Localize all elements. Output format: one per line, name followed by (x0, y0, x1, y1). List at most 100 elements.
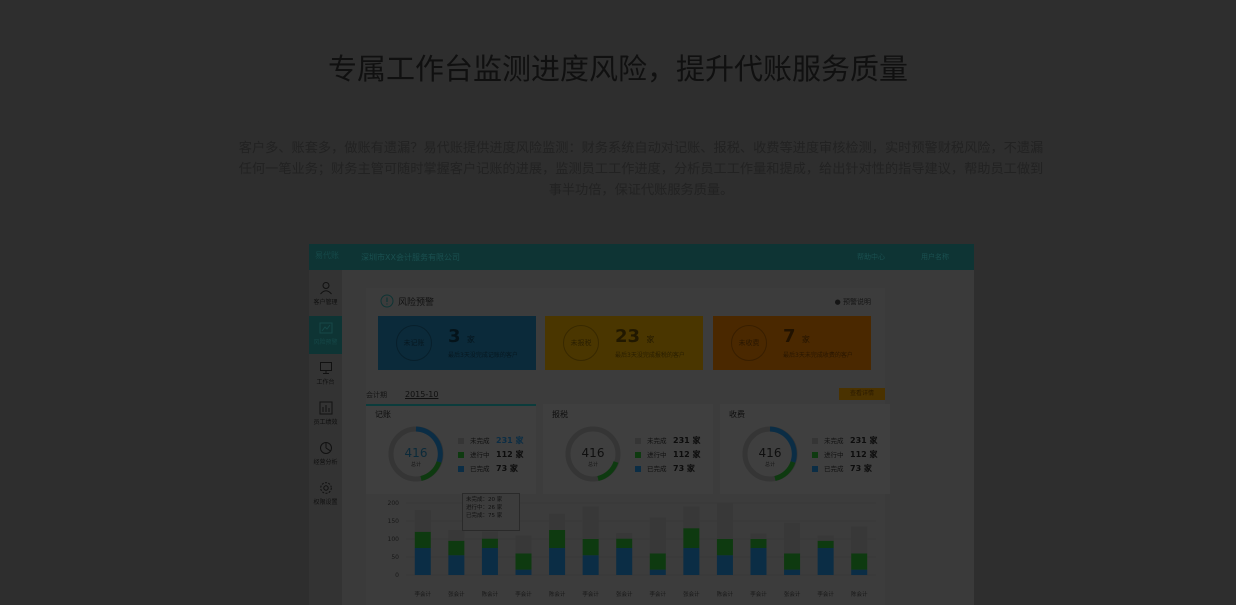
x-tick-label: 李会计 (750, 590, 767, 598)
y-tick-label: 200 (388, 500, 400, 507)
x-tick-label: 张会计 (448, 590, 465, 598)
sidebar: 客户管理 风险预警 工作台 员工绩效 经营分析 权限设置 (309, 270, 342, 605)
help-icon: ● (834, 298, 841, 306)
active-underline (366, 404, 536, 406)
user-icon (319, 282, 332, 295)
gear-icon (319, 482, 332, 494)
page-description: 客户多、账套多，做账有遗漏？易代账提供进度风险监测：财务系统自动对记账、报税、收… (238, 141, 1044, 198)
warning-icon (380, 294, 394, 308)
legend-swatch (635, 438, 641, 444)
legend-label: 进行中 (824, 451, 844, 459)
nav-label: 风险预警 (313, 339, 338, 346)
x-tick-label: 张会计 (683, 590, 700, 598)
legend-not-done: 未完成 231 家 (458, 435, 530, 445)
summary-tax: 报税 416 总计 未完成 231 家 进行中 112 家 已完成 73 家 (543, 404, 713, 494)
period-selector[interactable]: 2015-10 (405, 390, 438, 399)
bar-segment (817, 548, 834, 575)
bar-segment (515, 535, 532, 554)
nav-label: 工作台 (316, 379, 335, 386)
bar-segment (582, 539, 599, 556)
donut-total: 416 (405, 446, 428, 460)
legend-swatch (812, 438, 818, 444)
bar-segment (851, 526, 868, 554)
card-count: 7 家 (783, 326, 810, 347)
legend-swatch (812, 452, 818, 458)
legend-value: 73 家 (673, 464, 695, 473)
nav-risk[interactable]: 风险预警 (309, 316, 342, 354)
donut-chart: 416 总计 (388, 426, 444, 482)
legend-swatch (458, 438, 464, 444)
nav-label: 权限设置 (313, 499, 338, 506)
bar-segment (683, 506, 700, 529)
card-unit: 家 (646, 335, 655, 344)
nav-customers[interactable]: 客户管理 (309, 276, 342, 314)
nav-label: 员工绩效 (313, 419, 338, 426)
bar-segment (549, 548, 566, 575)
bar-segment (851, 553, 868, 570)
donut-chart: 416 总计 (565, 426, 621, 482)
bar-segment (481, 531, 498, 539)
risk-card-tax[interactable]: 未报税 23 家 最后3天没完成报税的客户 (545, 316, 703, 370)
x-tick-label: 陈会计 (549, 590, 566, 598)
legend-value: 112 家 (496, 450, 524, 459)
bar-segment (414, 510, 431, 532)
x-tick-label: 李会计 (582, 590, 599, 598)
card-count: 23 家 (615, 326, 654, 347)
y-tick-label: 50 (391, 554, 399, 561)
tooltip-line: 已完成：75 家 (466, 513, 503, 519)
x-tick-label: 张会计 (784, 590, 801, 598)
y-tick-label: 0 (395, 572, 399, 579)
card-unit: 家 (801, 335, 810, 344)
summary-bookkeeping: 记账 416 总计 未完成 231 家 进行中 112 家 已完成 73 家 (366, 404, 536, 494)
legend-label: 未完成 (824, 437, 844, 445)
donut-total-label: 总计 (765, 461, 775, 468)
tooltip-line: 未完成：20 家 (466, 497, 503, 503)
bar-segment (448, 555, 465, 575)
risk-card-fee[interactable]: 未收费 7 家 最后3天未完成收费的客户 (713, 316, 871, 370)
bar-segment (817, 540, 834, 548)
chart-icon (319, 322, 332, 334)
bar-segment (649, 553, 666, 570)
legend-value: 112 家 (673, 450, 701, 459)
risk-card-bookkeeping[interactable]: 未记账 3 家 最后3天没完成记账的客户 (378, 316, 536, 370)
nav-workbench[interactable]: 工作台 (309, 356, 342, 394)
donut-total-label: 总计 (411, 461, 421, 468)
legend-label: 进行中 (470, 451, 490, 459)
nav-analysis[interactable]: 经营分析 (309, 436, 342, 474)
bar-segment (716, 503, 733, 539)
summary-fee: 收费 416 总计 未完成 231 家 进行中 112 家 已完成 73 家 (720, 404, 890, 494)
bar-segment (616, 548, 633, 575)
risk-help-link[interactable]: ● 预警说明 (835, 297, 871, 307)
legend-in-progress: 进行中 112 家 (812, 449, 884, 459)
legend-swatch (458, 452, 464, 458)
card-count: 3 家 (448, 326, 475, 347)
card-count-value: 7 (783, 326, 796, 347)
legend-value: 231 家 (673, 436, 701, 445)
legend-in-progress: 进行中 112 家 (458, 449, 530, 459)
bar-segment (515, 569, 532, 575)
nav-permissions[interactable]: 权限设置 (309, 476, 342, 514)
legend-done: 已完成 73 家 (458, 463, 530, 473)
help-link[interactable]: 帮助中心 (857, 252, 885, 262)
user-menu[interactable]: 用户名称 (921, 252, 949, 262)
summary-title: 收费 (729, 410, 745, 419)
risk-title: 风险预警 (398, 298, 435, 308)
legend-not-done: 未完成 231 家 (635, 435, 707, 445)
card-ring: 未报税 (563, 325, 599, 361)
nav-staff[interactable]: 员工绩效 (309, 396, 342, 434)
bar-segment (448, 530, 465, 541)
card-subtitle: 最后3天没完成记账的客户 (448, 352, 518, 359)
legend-swatch (458, 466, 464, 472)
card-ring: 未记账 (396, 325, 432, 361)
x-tick-label: 陈会计 (851, 590, 868, 598)
summary-title: 报税 (552, 410, 568, 419)
orange-view-button[interactable]: 查看详情 (839, 388, 885, 400)
risk-help-label: 预警说明 (843, 298, 871, 306)
y-tick-label: 150 (388, 518, 400, 525)
bar-segment (481, 538, 498, 548)
legend-value: 112 家 (850, 450, 878, 459)
app-topbar: 易代账 深圳市XX会计服务有限公司 帮助中心 用户名称 (309, 244, 974, 270)
donut-chart: 416 总计 (742, 426, 798, 482)
donut-total: 416 (759, 446, 782, 460)
bar-segment (683, 548, 700, 575)
